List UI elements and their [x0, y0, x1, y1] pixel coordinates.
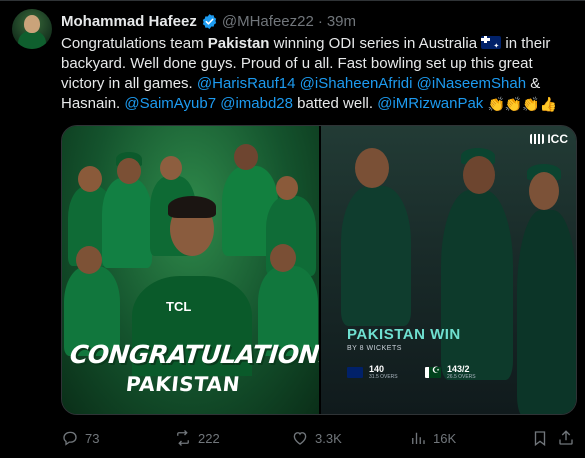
- text-segment: winning ODI series in Australia: [269, 35, 482, 52]
- text-segment: Congratulations team: [61, 35, 208, 52]
- reply-icon: [63, 431, 77, 446]
- tweet-text: Congratulations team Pakistan winning OD…: [61, 34, 571, 114]
- text-segment: batted well.: [293, 95, 378, 112]
- team2-score: 143/2: [447, 364, 470, 374]
- player-figure: [441, 190, 513, 380]
- views-count: 16K: [433, 430, 457, 446]
- tweet-actions: 73 222 3.3K 16K: [61, 427, 577, 449]
- player-head: [355, 148, 389, 188]
- icc-logo: ICC: [530, 132, 568, 146]
- player-figure: [341, 186, 411, 326]
- player-figure: [517, 210, 576, 414]
- mention-link[interactable]: @iShaheenAfridi: [300, 75, 413, 92]
- tweet-card[interactable]: Mohammad Hafeez @MHafeez22 · 39m Congrat…: [0, 0, 585, 458]
- avatar-body-shape: [18, 31, 46, 49]
- author-handle[interactable]: @MHafeez22: [222, 13, 314, 30]
- header-separator: ·: [317, 12, 323, 30]
- media-image-pakistan-win[interactable]: ICC PAKISTAN WIN BY 8 WICKETS 140 31.5 O…: [321, 126, 576, 414]
- australia-flag-icon: [347, 366, 363, 378]
- share-icon: [559, 430, 573, 445]
- like-count: 3.3K: [315, 430, 342, 446]
- sponsor-logo: TCL: [166, 299, 192, 314]
- avatar[interactable]: [12, 9, 52, 49]
- result-subtitle: BY 8 WICKETS: [347, 345, 402, 352]
- mention-link[interactable]: @iMRizwanPak: [377, 95, 483, 112]
- mention-link[interactable]: @iNaseemShah: [417, 75, 526, 92]
- reply-button[interactable]: 73: [61, 427, 99, 449]
- pakistan-subline: PAKISTAN: [124, 372, 242, 396]
- icc-label: ICC: [547, 132, 568, 146]
- pakistan-flag-icon: [425, 365, 441, 378]
- mention-link[interactable]: @HarisRauf14: [197, 75, 296, 92]
- verified-badge-icon: [202, 13, 217, 29]
- author-name[interactable]: Mohammad Hafeez: [61, 13, 197, 30]
- bookmark-button[interactable]: [531, 427, 549, 449]
- heart-icon: [293, 432, 307, 445]
- icc-mark-icon: [530, 134, 545, 144]
- player-head: [76, 246, 102, 274]
- captain-hair: [168, 196, 216, 218]
- repost-icon: [177, 430, 189, 446]
- player-head: [529, 172, 559, 210]
- media-image-congratulations[interactable]: TCL CONGRATULATIONS! PAKISTAN: [62, 126, 349, 414]
- mention-link[interactable]: @SaimAyub7: [124, 95, 216, 112]
- player-head: [117, 158, 141, 184]
- tweet-header: Mohammad Hafeez @MHafeez22 · 39m: [61, 11, 356, 31]
- reply-count: 73: [85, 430, 100, 446]
- like-button[interactable]: 3.3K: [291, 427, 342, 449]
- tweet-timestamp[interactable]: 39m: [327, 13, 356, 30]
- player-head: [463, 156, 495, 194]
- media-gallery[interactable]: TCL CONGRATULATIONS! PAKISTAN ICC PAKIST…: [61, 125, 577, 415]
- avatar-head-shape: [24, 15, 40, 33]
- repost-count: 222: [198, 430, 220, 446]
- player-head: [270, 244, 296, 272]
- bookmark-icon: [534, 431, 546, 447]
- views-chart-icon: [412, 432, 425, 444]
- player-head: [160, 156, 182, 180]
- player-head: [276, 176, 298, 200]
- player-figure: [102, 178, 152, 268]
- text-bold-pakistan: Pakistan: [207, 35, 270, 52]
- team1-score: 140: [369, 364, 385, 374]
- team2-score-block: 143/2 26.5 OVERS: [425, 364, 476, 380]
- views-button[interactable]: 16K: [409, 427, 456, 449]
- player-head: [234, 144, 258, 170]
- team1-overs: 31.5 OVERS: [369, 374, 398, 380]
- team1-score-block: 140 31.5 OVERS: [347, 364, 398, 380]
- team2-overs: 26.5 OVERS: [447, 374, 476, 380]
- player-head: [78, 166, 102, 192]
- share-button[interactable]: [557, 427, 575, 449]
- congratulations-headline: CONGRATULATIONS!: [68, 340, 349, 369]
- mention-link[interactable]: @imabd28: [220, 95, 293, 112]
- result-title: PAKISTAN WIN: [347, 326, 461, 343]
- australia-flag-icon: [481, 36, 502, 49]
- clap-thumbs-emoji-icon: 👏👏👏👍: [487, 96, 558, 112]
- repost-button[interactable]: 222: [174, 427, 220, 449]
